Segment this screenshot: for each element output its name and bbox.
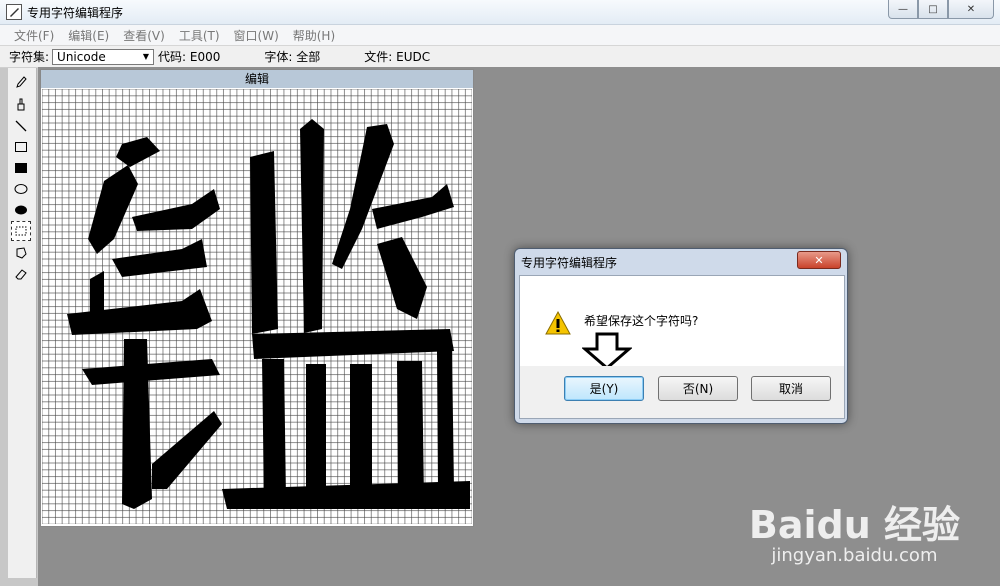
watermark-logo: Baidu 经验 <box>748 503 960 547</box>
menu-window[interactable]: 窗口(W) <box>227 27 286 44</box>
maximize-button[interactable]: □ <box>918 0 948 19</box>
watermark-url: jingyan.baidu.com <box>771 545 938 566</box>
chevron-down-icon: ▼ <box>142 52 150 61</box>
dialog-message: 希望保存这个字符吗? <box>584 314 699 328</box>
charset-label: 字符集: <box>9 50 50 64</box>
app-icon <box>6 4 22 20</box>
yes-button[interactable]: 是(Y) <box>564 376 644 401</box>
hollow-ellipse-icon[interactable] <box>11 179 31 199</box>
no-button[interactable]: 否(N) <box>658 376 738 401</box>
cancel-button[interactable]: 取消 <box>751 376 831 401</box>
menu-file[interactable]: 文件(F) <box>0 27 61 44</box>
filled-rect-icon[interactable] <box>11 158 31 178</box>
pencil-icon[interactable] <box>11 72 31 92</box>
pixel-grid <box>42 89 472 524</box>
warning-icon <box>545 310 571 335</box>
toolbox <box>8 68 37 578</box>
line-icon[interactable] <box>11 116 31 136</box>
menu-edit[interactable]: 编辑(E) <box>61 27 116 44</box>
dialog-body: 希望保存这个字符吗? <box>519 275 845 370</box>
save-dialog: 专用字符编辑程序 ✕ 希望保存这个字符吗? 是(Y) 否(N) 取消 <box>514 248 848 424</box>
menu-tools[interactable]: 工具(T) <box>172 27 227 44</box>
freeform-select-icon[interactable] <box>11 243 31 263</box>
font-label: 字体: 全部 <box>264 50 321 64</box>
edit-grid[interactable] <box>42 89 472 524</box>
window-title: 专用字符编辑程序 <box>27 6 124 20</box>
charset-select[interactable]: Unicode ▼ <box>52 48 155 65</box>
dialog-title: 专用字符编辑程序 <box>521 256 618 270</box>
watermark: Baidu 经验 jingyan.baidu.com <box>749 494 960 566</box>
minimize-button[interactable]: — <box>888 0 918 19</box>
close-button[interactable]: ✕ <box>948 0 994 19</box>
dialog-close-button[interactable]: ✕ <box>797 251 841 269</box>
menu-view[interactable]: 查看(V) <box>116 27 172 44</box>
hollow-rect-icon[interactable] <box>11 137 31 157</box>
info-bar: 字符集: Unicode ▼ 代码: E000 字体: 全部 文件: EUDC <box>0 46 1000 68</box>
rect-select-icon[interactable] <box>11 221 31 241</box>
title-bar: 专用字符编辑程序 — □ ✕ <box>0 0 1000 25</box>
code-label: 代码: E000 <box>158 50 221 64</box>
charset-value: Unicode <box>57 49 106 64</box>
down-arrow-icon <box>582 332 632 370</box>
editor-title: 编辑 <box>41 70 473 88</box>
brush-icon[interactable] <box>11 94 31 114</box>
editor-window: 编辑 <box>40 69 474 527</box>
eraser-icon[interactable] <box>11 264 31 284</box>
menu-help[interactable]: 帮助(H) <box>286 27 342 44</box>
dialog-footer: 是(Y) 否(N) 取消 <box>519 366 845 419</box>
menu-bar: 文件(F) 编辑(E) 查看(V) 工具(T) 窗口(W) 帮助(H) <box>0 25 1000 46</box>
filled-ellipse-icon[interactable] <box>11 200 31 220</box>
file-label: 文件: EUDC <box>364 50 431 64</box>
